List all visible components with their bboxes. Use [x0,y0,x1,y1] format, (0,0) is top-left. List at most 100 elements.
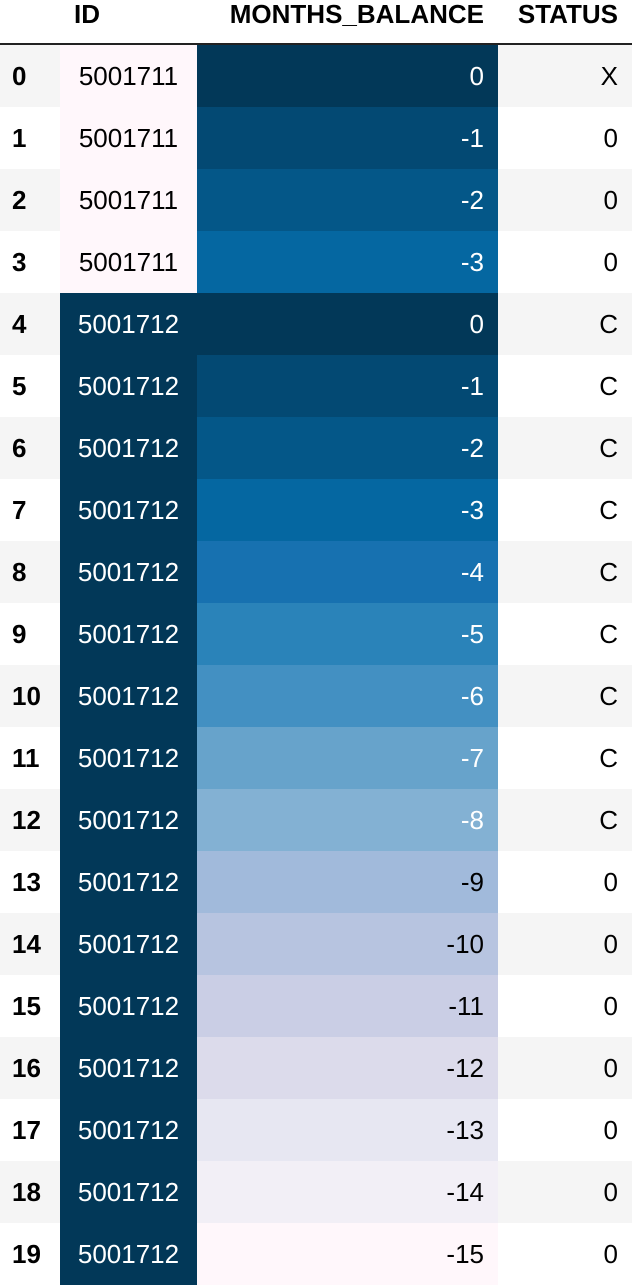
table-row: 9 5001712 -5 C [0,603,632,665]
months-balance-cell: -11 [197,975,498,1037]
months-balance-cell: -15 [197,1223,498,1285]
row-index: 12 [0,789,60,851]
row-index: 9 [0,603,60,665]
months-balance-cell: -12 [197,1037,498,1099]
status-header: STATUS [498,0,632,45]
status-cell: C [498,789,632,851]
months-balance-cell: -4 [197,541,498,603]
id-cell: 5001712 [60,1161,197,1223]
status-cell: C [498,665,632,727]
row-index: 0 [0,44,60,107]
months-balance-cell: -8 [197,789,498,851]
table-row: 12 5001712 -8 C [0,789,632,851]
id-cell: 5001712 [60,541,197,603]
table-row: 8 5001712 -4 C [0,541,632,603]
months-balance-cell: -7 [197,727,498,789]
row-index: 16 [0,1037,60,1099]
row-index: 8 [0,541,60,603]
id-cell: 5001711 [60,107,197,169]
months-balance-cell: -3 [197,231,498,293]
row-index: 2 [0,169,60,231]
row-index: 4 [0,293,60,355]
status-cell: C [498,417,632,479]
row-index: 11 [0,727,60,789]
status-cell: 0 [498,1037,632,1099]
months-balance-cell: -14 [197,1161,498,1223]
table-row: 4 5001712 0 C [0,293,632,355]
id-cell: 5001712 [60,665,197,727]
table-row: 2 5001711 -2 0 [0,169,632,231]
table-row: 10 5001712 -6 C [0,665,632,727]
status-cell: 0 [498,169,632,231]
id-cell: 5001712 [60,975,197,1037]
row-index: 3 [0,231,60,293]
table-row: 14 5001712 -10 0 [0,913,632,975]
id-cell: 5001712 [60,1099,197,1161]
id-cell: 5001712 [60,603,197,665]
id-cell: 5001712 [60,1223,197,1285]
table-body: 0 5001711 0 X 1 5001711 -1 0 2 5001711 -2 0 3 5001711… [0,44,632,1285]
table-row: 17 5001712 -13 0 [0,1099,632,1161]
months-balance-cell: -9 [197,851,498,913]
months-balance-cell: -6 [197,665,498,727]
id-cell: 5001711 [60,169,197,231]
table-row: 19 5001712 -15 0 [0,1223,632,1285]
id-cell: 5001711 [60,44,197,107]
status-cell: 0 [498,1161,632,1223]
status-cell: C [599,742,618,773]
row-index: 14 [0,913,60,975]
status-cell: 0 [498,913,632,975]
table-row: 13 5001712 -9 0 [0,851,632,913]
table-row: 16 5001712 -12 0 [0,1037,632,1099]
row-index: 6 [0,417,60,479]
id-header: ID [60,0,197,45]
months-balance-cell: -13 [197,1099,498,1161]
id-cell: 5001712 [60,479,197,541]
table-row: 15 5001712 -11 0 [0,975,632,1037]
table-row: 11 5001712 -7 C [0,727,632,789]
months-balance-cell: -1 [197,355,498,417]
table-header: ID MONTHS_BALANCE STATUS [0,0,632,45]
status-cell: 0 [603,990,618,1021]
row-index: 15 [0,975,60,1037]
table-row: 5 5001712 -1 C [0,355,632,417]
id-cell: 5001712 [60,913,197,975]
status-cell: 0 [603,246,618,277]
months-balance-cell: -10 [197,913,498,975]
months-balance-cell: -2 [197,169,498,231]
id-cell: 5001712 [60,789,197,851]
months-balance-cell: -2 [197,417,498,479]
status-cell: C [599,618,618,649]
row-index: 19 [0,1223,60,1285]
months-balance-header: MONTHS_BALANCE [197,0,498,45]
table-row: 0 5001711 0 X [0,44,632,107]
status-cell: X [498,44,632,107]
status-cell: 0 [603,122,618,153]
row-index: 18 [0,1161,60,1223]
table-row: 6 5001712 -2 C [0,417,632,479]
id-cell: 5001712 [60,851,197,913]
row-index: 17 [0,1099,60,1161]
index-header [0,0,60,45]
status-cell: C [498,293,632,355]
months-balance-cell: -3 [197,479,498,541]
id-cell: 5001712 [60,293,197,355]
months-balance-cell: -1 [197,107,498,169]
id-cell: 5001712 [60,417,197,479]
status-cell: 0 [603,1114,618,1145]
row-index: 13 [0,851,60,913]
id-cell: 5001712 [60,1037,197,1099]
table-row: 7 5001712 -3 C [0,479,632,541]
status-cell: 0 [603,1238,618,1269]
row-index: 7 [0,479,60,541]
status-cell: C [599,494,618,525]
status-cell: C [498,541,632,603]
id-cell: 5001712 [60,355,197,417]
months-balance-cell: 0 [197,44,498,107]
header-row: ID MONTHS_BALANCE STATUS [0,0,632,45]
row-index: 1 [0,107,60,169]
status-cell: C [599,370,618,401]
months-balance-cell: -5 [197,603,498,665]
row-index: 5 [0,355,60,417]
row-index: 10 [0,665,60,727]
